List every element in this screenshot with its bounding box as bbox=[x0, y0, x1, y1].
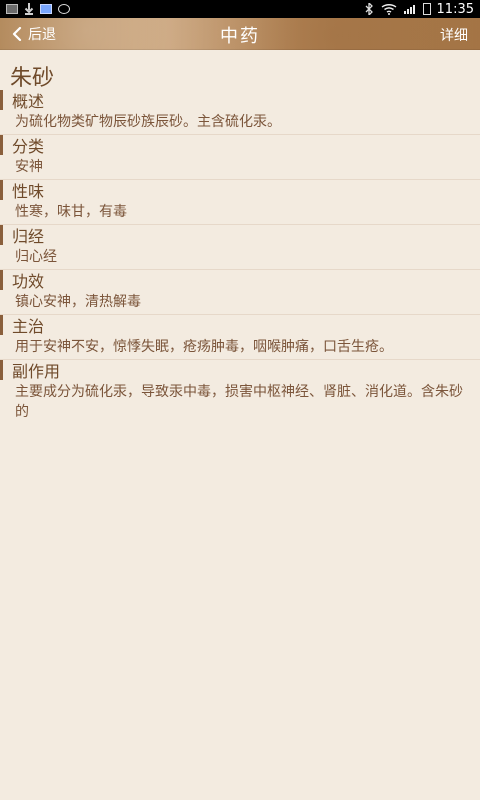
download-icon bbox=[24, 3, 34, 15]
section-text: 安神 bbox=[15, 159, 43, 175]
section-text: 用于安神不安，惊悸失眠，疮疡肿毒，咽喉肿痛，口舌生疮。 bbox=[15, 339, 393, 355]
section-overview: 概述 为硫化物类矿物辰砂族辰砂。主含硫化汞。 bbox=[0, 88, 480, 135]
wifi-icon bbox=[381, 3, 397, 15]
round-app-icon bbox=[58, 4, 70, 14]
status-bar: 11:35 bbox=[0, 0, 480, 18]
section-text: 归心经 bbox=[15, 249, 57, 265]
section-title: 分类 bbox=[0, 133, 480, 157]
section-indications: 主治 用于安神不安，惊悸失眠，疮疡肿毒，咽喉肿痛，口舌生疮。 bbox=[0, 313, 480, 360]
section-text: 主要成分为硫化汞，导致汞中毒，损害中枢神经、肾脏、消化道。含朱砂的 bbox=[15, 384, 463, 420]
page-title: 中药 bbox=[220, 26, 260, 47]
section-meridian: 归经 归心经 bbox=[0, 223, 480, 270]
section-text: 性寒，味甘，有毒 bbox=[15, 204, 127, 220]
bluetooth-icon bbox=[363, 1, 375, 17]
status-left-icons bbox=[0, 3, 70, 15]
detail-button[interactable]: 详细 bbox=[440, 25, 468, 45]
section-title: 概述 bbox=[0, 88, 480, 112]
battery-icon bbox=[422, 3, 431, 15]
section-category: 分类 安神 bbox=[0, 133, 480, 180]
section-title: 功效 bbox=[0, 268, 480, 292]
top-bar: 后退 中药 详细 bbox=[0, 18, 480, 50]
signal-icon bbox=[403, 3, 417, 15]
status-time: 11:35 bbox=[436, 1, 474, 17]
section-title: 归经 bbox=[0, 223, 480, 247]
section-text: 为硫化物类矿物辰砂族辰砂。主含硫化汞。 bbox=[15, 114, 281, 130]
blue-app-icon bbox=[40, 4, 52, 14]
herb-content: 朱砂 概述 为硫化物类矿物辰砂族辰砂。主含硫化汞。 分类 安神 性味 性寒，味甘… bbox=[0, 50, 480, 800]
section-side-effects: 副作用 主要成分为硫化汞，导致汞中毒，损害中枢神经、肾脏、消化道。含朱砂的 bbox=[0, 358, 480, 422]
status-right-icons: 11:35 bbox=[363, 1, 480, 17]
section-title: 副作用 bbox=[0, 358, 480, 382]
image-icon bbox=[6, 4, 18, 14]
section-nature-flavor: 性味 性寒，味甘，有毒 bbox=[0, 178, 480, 225]
section-title: 主治 bbox=[0, 313, 480, 337]
section-title: 性味 bbox=[0, 178, 480, 202]
section-text: 镇心安神，清热解毒 bbox=[15, 294, 141, 310]
section-efficacy: 功效 镇心安神，清热解毒 bbox=[0, 268, 480, 315]
